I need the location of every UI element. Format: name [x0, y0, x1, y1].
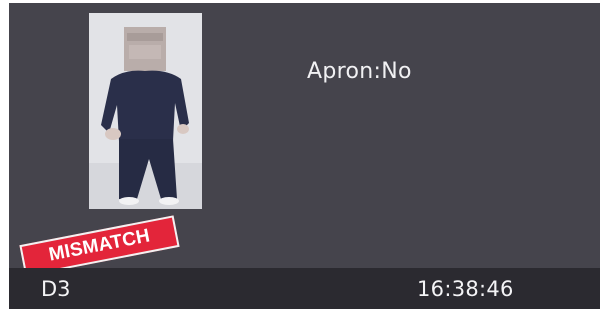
person-figure-image — [89, 13, 202, 209]
apron-attribute-label: Apron:No — [307, 59, 412, 84]
capture-card[interactable]: Apron:No MISMATCH D3 16:38:46 — [9, 3, 600, 309]
person-snapshot[interactable] — [89, 13, 202, 209]
capture-timestamp: 16:38:46 — [417, 277, 514, 301]
mismatch-badge-text: MISMATCH — [47, 225, 152, 266]
device-channel-label: D3 — [41, 277, 71, 301]
capture-panel: Apron:No MISMATCH D3 16:38:46 — [0, 0, 605, 316]
capture-footer: D3 16:38:46 — [9, 268, 600, 309]
